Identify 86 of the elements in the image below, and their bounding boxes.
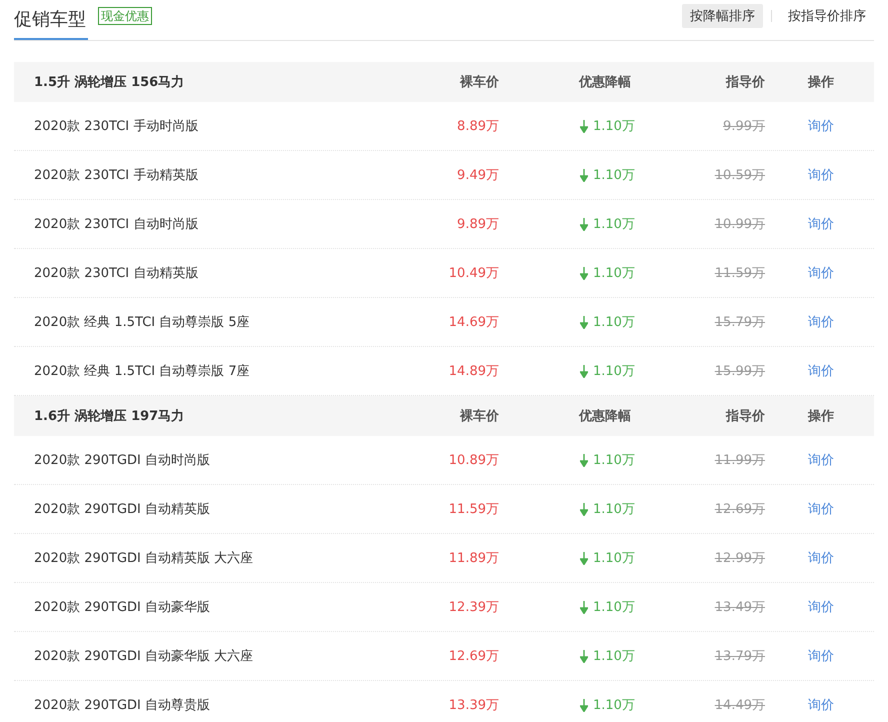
guide-price-text: 15.79万 — [714, 315, 765, 330]
guide-price-text: 12.69万 — [714, 502, 765, 517]
column-header: 操作 — [806, 408, 835, 425]
down-arrow-icon — [580, 218, 588, 230]
guide-price-text: 10.99万 — [714, 217, 765, 232]
down-arrow-icon — [580, 266, 588, 280]
cash-discount-tag: 现金优惠 — [98, 7, 152, 25]
down-arrow-icon — [580, 698, 588, 712]
down-arrow-icon — [580, 168, 588, 182]
sort-button[interactable]: 按指导价排序 — [780, 4, 874, 28]
discount-text: 1.10万 — [593, 314, 635, 331]
down-arrow-icon — [580, 364, 588, 378]
discount-text: 1.10万 — [593, 550, 635, 567]
price-text: 8.89万 — [457, 119, 499, 134]
column-header: 指导价 — [724, 74, 765, 91]
discount-text: 1.10万 — [593, 363, 635, 380]
down-arrow-icon — [580, 650, 588, 662]
column-header: 优惠降幅 — [578, 74, 632, 91]
guide-price-text: 9.99万 — [723, 119, 765, 134]
column-header: 优惠降幅 — [578, 408, 632, 425]
discount-text: 1.10万 — [593, 216, 635, 233]
price-text: 12.69万 — [448, 649, 499, 664]
inquiry-link[interactable]: 询价 — [808, 551, 834, 566]
price-text: 9.89万 — [457, 217, 499, 232]
down-arrow-icon — [580, 454, 588, 466]
price-text: 10.49万 — [448, 266, 499, 281]
column-header: 操作 — [806, 74, 835, 91]
price-text: 9.49万 — [457, 168, 499, 183]
guide-price-text: 13.49万 — [714, 600, 765, 615]
guide-price-text: 12.99万 — [714, 551, 765, 566]
inquiry-link[interactable]: 询价 — [808, 217, 834, 232]
sort-button[interactable]: 按降幅排序 — [682, 4, 763, 28]
model-name: 2020款 290TGDI 自动豪华版 大六座 — [33, 648, 254, 665]
discount-text: 1.10万 — [593, 118, 635, 135]
column-header: 裸车价 — [458, 74, 499, 91]
discount-text: 1.10万 — [593, 452, 635, 469]
model-name: 2020款 230TCI 自动精英版 — [33, 265, 200, 282]
model-name: 2020款 230TCI 自动时尚版 — [33, 216, 200, 233]
price-text: 14.89万 — [448, 364, 499, 379]
down-arrow-icon — [580, 600, 588, 614]
group-title: 1.5升 涡轮增压 156马力 — [33, 74, 186, 91]
down-arrow-icon — [580, 120, 588, 132]
inquiry-link[interactable]: 询价 — [808, 649, 834, 664]
inquiry-link[interactable]: 询价 — [808, 600, 834, 615]
inquiry-link[interactable]: 询价 — [808, 502, 834, 517]
model-name: 2020款 经典 1.5TCI 自动尊崇版 5座 — [33, 314, 251, 331]
guide-price-text: 10.59万 — [714, 168, 765, 183]
column-header: 指导价 — [724, 408, 765, 425]
price-text: 13.39万 — [448, 698, 499, 713]
model-name: 2020款 290TGDI 自动豪华版 — [33, 599, 212, 616]
inquiry-link[interactable]: 询价 — [808, 698, 834, 713]
group-title: 1.6升 涡轮增压 197马力 — [33, 408, 186, 425]
model-name: 2020款 经典 1.5TCI 自动尊崇版 7座 — [33, 363, 251, 380]
guide-price-text: 15.99万 — [714, 364, 765, 379]
discount-text: 1.10万 — [593, 265, 635, 282]
inquiry-link[interactable]: 询价 — [808, 119, 834, 134]
guide-price-text: 11.99万 — [714, 453, 765, 468]
discount-text: 1.10万 — [593, 599, 635, 616]
down-arrow-icon — [580, 316, 588, 328]
model-name: 2020款 290TGDI 自动尊贵版 — [33, 697, 212, 714]
column-header: 裸车价 — [458, 408, 499, 425]
model-name: 2020款 230TCI 手动精英版 — [33, 167, 200, 184]
model-name: 2020款 290TGDI 自动时尚版 — [33, 452, 212, 469]
model-name: 2020款 290TGDI 自动精英版 大六座 — [33, 550, 254, 567]
down-arrow-icon — [580, 502, 588, 516]
discount-text: 1.10万 — [593, 697, 635, 714]
section-title-tab[interactable]: 促销车型 — [14, 2, 88, 40]
inquiry-link[interactable]: 询价 — [808, 315, 834, 330]
model-name: 2020款 290TGDI 自动精英版 — [33, 501, 212, 518]
inquiry-link[interactable]: 询价 — [808, 168, 834, 183]
guide-price-text: 13.79万 — [714, 649, 765, 664]
guide-price-text: 11.59万 — [714, 266, 765, 281]
inquiry-link[interactable]: 询价 — [808, 266, 834, 281]
guide-price-text: 14.49万 — [714, 698, 765, 713]
price-text: 11.89万 — [448, 551, 499, 566]
model-name: 2020款 230TCI 手动时尚版 — [33, 118, 200, 135]
inquiry-link[interactable]: 询价 — [808, 453, 834, 468]
discount-text: 1.10万 — [593, 167, 635, 184]
price-text: 12.39万 — [448, 600, 499, 615]
discount-text: 1.10万 — [593, 501, 635, 518]
down-arrow-icon — [580, 552, 588, 564]
price-text: 11.59万 — [448, 502, 499, 517]
price-text: 10.89万 — [448, 453, 499, 468]
price-text: 14.69万 — [448, 315, 499, 330]
inquiry-link[interactable]: 询价 — [808, 364, 834, 379]
discount-text: 1.10万 — [593, 648, 635, 665]
